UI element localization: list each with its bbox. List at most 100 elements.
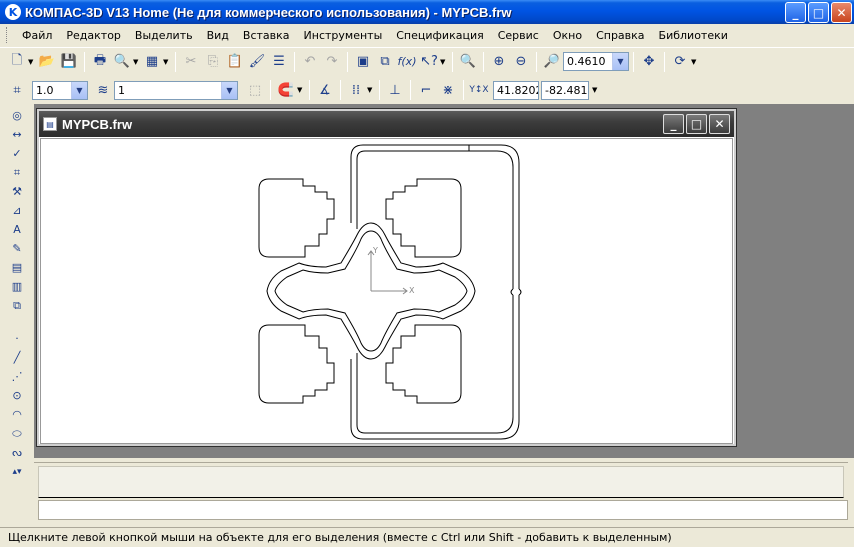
preview-dropdown-icon[interactable]: ▼ <box>133 58 141 66</box>
library-manager-icon[interactable]: ▣ <box>352 51 374 73</box>
edit-icon[interactable]: ⌗ <box>6 163 28 182</box>
chevron-down-icon[interactable]: ▼ <box>612 53 628 70</box>
axis-y-label: Y <box>372 246 378 255</box>
zoom-window-icon[interactable]: 🔍 <box>457 51 479 73</box>
open-folder-icon[interactable]: 📂 <box>36 51 58 73</box>
grid-dropdown-icon[interactable]: ▼ <box>367 86 375 94</box>
step-combo[interactable]: 1.0 ▼ <box>32 80 88 100</box>
doc-maximize-button[interactable]: □ <box>686 114 707 134</box>
manager-dropdown-icon[interactable]: ▼ <box>163 58 171 66</box>
designations-icon[interactable]: ✓ <box>6 144 28 163</box>
reports-icon[interactable]: ▥ <box>6 277 28 296</box>
coord-y-field[interactable]: -82.4818 <box>541 80 589 100</box>
function-icon[interactable]: f(x) <box>396 51 418 73</box>
refresh-icon[interactable]: ⟳ <box>669 51 691 73</box>
segment-icon[interactable]: ╱ <box>6 348 28 367</box>
menu-window[interactable]: Окно <box>546 29 589 42</box>
doc-close-button[interactable]: ✕ <box>709 114 730 134</box>
redo-icon[interactable]: ↷ <box>321 51 343 73</box>
measure-icon[interactable]: ⊿ <box>6 201 28 220</box>
scroll-more-icon[interactable]: ▴▾ <box>6 462 28 481</box>
cut-icon[interactable]: ✂ <box>180 51 202 73</box>
menu-insert[interactable]: Вставка <box>236 29 297 42</box>
menu-libraries[interactable]: Библиотеки <box>652 29 735 42</box>
menu-service[interactable]: Сервис <box>491 29 546 42</box>
spec-icon[interactable]: ▤ <box>6 258 28 277</box>
arc-icon[interactable]: ◠ <box>6 405 28 424</box>
parametrization-icon[interactable]: ⚒ <box>6 182 28 201</box>
print-icon[interactable]: 🖶 <box>89 51 111 73</box>
refresh-dropdown-icon[interactable]: ▼ <box>691 58 699 66</box>
menu-specification[interactable]: Спецификация <box>389 29 490 42</box>
snap-dropdown-icon[interactable]: ▼ <box>297 86 305 94</box>
layer-combo[interactable]: 1 ▼ <box>114 80 238 100</box>
properties-panel-area[interactable] <box>38 466 844 498</box>
ortho-mode-icon[interactable]: ⌐ <box>415 79 437 101</box>
close-button[interactable]: ✕ <box>831 2 852 23</box>
fragment-document-icon[interactable]: ▤ <box>43 117 57 131</box>
app-titlebar: K КОМПАС-3D V13 Home (Не для коммерческо… <box>0 0 854 24</box>
round-cursor-icon[interactable]: ⋇ <box>437 79 459 101</box>
document-titlebar[interactable]: ▤ MYPCB.frw _ □ ✕ <box>39 111 734 137</box>
manager-icon[interactable]: ▦ <box>141 51 163 73</box>
doc-minimize-button[interactable]: _ <box>663 114 684 134</box>
grid-step-icon[interactable]: ⌗ <box>6 79 28 101</box>
select-icon[interactable]: A <box>6 220 28 239</box>
coord-x-field[interactable]: 41.8202 <box>493 80 539 100</box>
layer-value: 1 <box>118 83 125 97</box>
geometry-icon[interactable]: ◎ <box>6 106 28 125</box>
chevron-down-icon[interactable]: ▼ <box>71 81 87 99</box>
variables-icon[interactable]: ⧉ <box>374 51 396 73</box>
print-preview-icon[interactable]: 🔍 <box>111 51 133 73</box>
command-line-panel[interactable] <box>38 500 848 520</box>
auxiliary-line-icon[interactable]: ⋰ <box>6 367 28 386</box>
undo-icon[interactable]: ↶ <box>299 51 321 73</box>
circle-icon[interactable]: ⊙ <box>6 386 28 405</box>
menu-view[interactable]: Вид <box>200 29 236 42</box>
constraints-icon[interactable]: ✎ <box>6 239 28 258</box>
menu-editor[interactable]: Редактор <box>59 29 128 42</box>
view-props-icon[interactable]: ⬚ <box>244 79 266 101</box>
maximize-button[interactable]: □ <box>808 2 829 23</box>
save-icon[interactable]: 💾 <box>58 51 80 73</box>
menu-grip[interactable] <box>6 27 9 43</box>
zoom-scale-icon[interactable]: 🔎 <box>541 51 563 73</box>
bezier-icon[interactable]: ᔓ <box>6 443 28 462</box>
new-dropdown-icon[interactable]: ▼ <box>28 58 36 66</box>
drawing-canvas[interactable]: X Y <box>40 138 733 444</box>
coords-dropdown-icon[interactable]: ▼ <box>592 86 600 94</box>
new-document-icon[interactable]: 🗋 <box>6 51 28 73</box>
point-icon[interactable]: · <box>6 329 28 348</box>
kompas-app-icon[interactable]: K <box>5 4 21 20</box>
zoom-combo[interactable]: 0.4610 ▼ <box>563 52 629 71</box>
properties-list-icon[interactable]: ☰ <box>268 51 290 73</box>
dimensions-icon[interactable]: ↔ <box>6 125 28 144</box>
menu-help[interactable]: Справка <box>589 29 651 42</box>
snap-magnet-icon[interactable]: 🧲 <box>275 79 297 101</box>
standard-toolbar: 🗋 ▼ 📂 💾 🖶 🔍 ▼ ▦ ▼ ✂ ⎘ 📋 🖌 ☰ ↶ ↷ ▣ ⧉ f(x) ↖?… <box>0 47 854 75</box>
help-dropdown-icon[interactable]: ▼ <box>440 58 448 66</box>
minimize-button[interactable]: _ <box>785 2 806 23</box>
layer-icon[interactable]: ≋ <box>92 79 114 101</box>
copy-icon[interactable]: ⎘ <box>202 51 224 73</box>
menu-tools[interactable]: Инструменты <box>297 29 390 42</box>
compact-toolbar: ◎ ↔ ✓ ⌗ ⚒ ⊿ A ✎ ▤ ▥ ⧉ · ╱ ⋰ ⊙ ◠ ⬭ ᔓ ▴▾ <box>0 106 34 526</box>
menu-select[interactable]: Выделить <box>128 29 200 42</box>
chevron-down-icon[interactable]: ▼ <box>221 81 237 99</box>
ellipse-icon[interactable]: ⬭ <box>6 424 28 443</box>
local-cs-icon[interactable]: ⊥ <box>384 79 406 101</box>
insert-fragment-icon[interactable]: ⧉ <box>6 296 28 315</box>
trace-joint-right <box>510 288 522 296</box>
pan-icon[interactable]: ✥ <box>638 51 660 73</box>
zoom-out-icon[interactable]: ⊖ <box>510 51 532 73</box>
orthogonal-icon[interactable]: ∡ <box>314 79 336 101</box>
menu-file[interactable]: Файл <box>15 29 59 42</box>
window-title: КОМПАС-3D V13 Home (Не для коммерческого… <box>25 4 512 20</box>
copy-properties-icon[interactable]: 🖌 <box>246 51 268 73</box>
help-pointer-icon[interactable]: ↖? <box>418 51 440 73</box>
zoom-in-icon[interactable]: ⊕ <box>488 51 510 73</box>
paste-icon[interactable]: 📋 <box>224 51 246 73</box>
grid-icon[interactable]: ⁞⁞ <box>345 79 367 101</box>
pad-top-left <box>258 178 335 258</box>
coordinates-icon[interactable]: Y↕X <box>468 79 490 101</box>
